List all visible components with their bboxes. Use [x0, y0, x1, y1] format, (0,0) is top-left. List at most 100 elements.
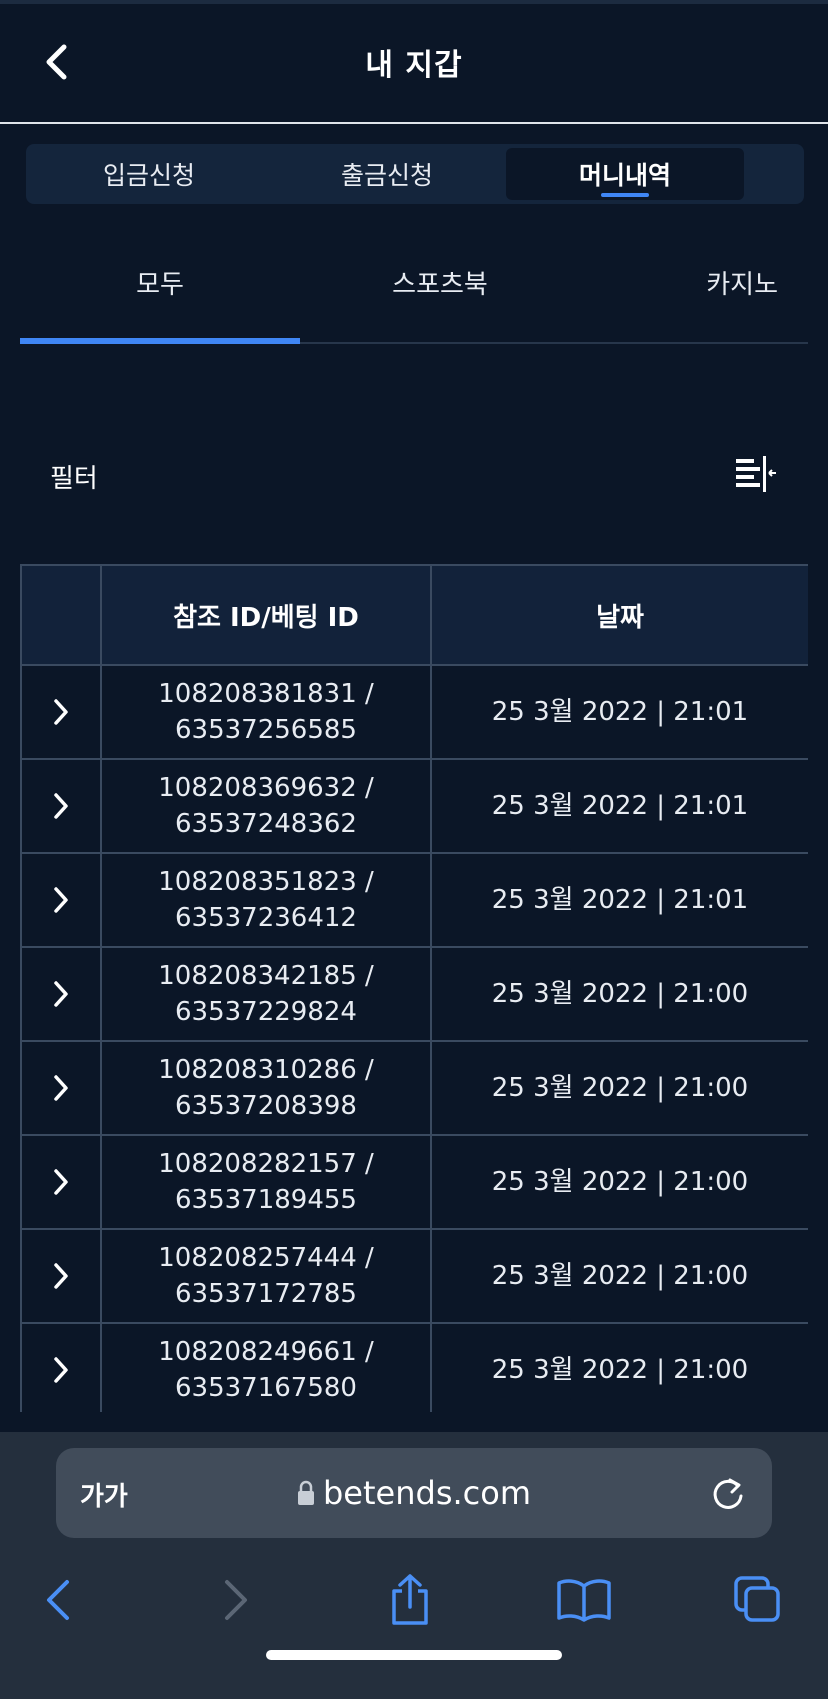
history-table: 참조 ID/베팅 ID 날짜 108208381831 / 63537256585… [20, 564, 808, 1412]
row-expand-cell[interactable] [20, 758, 102, 854]
ref-id: 108208310286 / [158, 1055, 374, 1085]
date-cell: 25 3월 2022 | 21:01 [430, 758, 808, 854]
address-bar[interactable]: 가가 betends.com [56, 1448, 772, 1538]
chevron-right-icon [54, 981, 68, 1007]
tabs-button[interactable] [728, 1570, 788, 1630]
ref-id: 108208381831 / [158, 679, 374, 709]
wallet-tabs: 입금신청 출금신청 머니내역 [26, 144, 804, 204]
row-expand-button[interactable] [22, 1324, 100, 1412]
bet-id: 63537256585 [175, 715, 357, 745]
browser-forward-button[interactable] [206, 1570, 266, 1630]
row-expand-button[interactable] [22, 1230, 100, 1322]
bet-id: 63537167580 [175, 1373, 357, 1403]
browser-nav-row [0, 1560, 828, 1640]
chevron-right-icon [54, 887, 68, 913]
bet-id: 63537248362 [175, 809, 357, 839]
date-cell: 25 3월 2022 | 21:00 [430, 1134, 808, 1230]
browser-back-button[interactable] [28, 1570, 88, 1630]
tab-deposit[interactable]: 입금신청 [30, 148, 268, 200]
chevron-right-icon [54, 793, 68, 819]
table-row[interactable]: 108208342185 / 63537229824 25 3월 2022 | 21… [20, 946, 808, 1042]
subtab-all[interactable]: 모두 [20, 250, 300, 344]
tab-withdraw[interactable]: 출금신청 [268, 148, 506, 200]
row-expand-cell[interactable] [20, 1322, 102, 1412]
date-cell: 25 3월 2022 | 21:00 [430, 1228, 808, 1324]
subtab-casino[interactable]: 카지노 [580, 250, 808, 342]
filter-button[interactable] [730, 450, 782, 498]
row-expand-cell[interactable] [20, 946, 102, 1042]
table-row[interactable]: 108208282157 / 63537189455 25 3월 2022 | 21… [20, 1134, 808, 1230]
bet-id: 63537208398 [175, 1091, 357, 1121]
table-row[interactable]: 108208249661 / 63537167580 25 3월 2022 | 21… [20, 1322, 808, 1412]
status-divider [0, 0, 828, 4]
table-row[interactable]: 108208381831 / 63537256585 25 3월 2022 | 21… [20, 664, 808, 760]
table-row[interactable]: 108208369632 / 63537248362 25 3월 2022 | 21… [20, 758, 808, 854]
date-cell: 25 3월 2022 | 21:01 [430, 852, 808, 948]
column-header-date: 날짜 [430, 564, 808, 666]
tab-money-history[interactable]: 머니내역 [506, 148, 744, 200]
chevron-right-icon [54, 699, 68, 725]
row-expand-button[interactable] [22, 948, 100, 1040]
row-expand-cell[interactable] [20, 664, 102, 760]
date-cell: 25 3월 2022 | 21:00 [430, 1322, 808, 1412]
bet-id: 63537229824 [175, 997, 357, 1027]
table-row[interactable]: 108208351823 / 63537236412 25 3월 2022 | 21… [20, 852, 808, 948]
bet-id: 63537189455 [175, 1185, 357, 1215]
date-cell: 25 3월 2022 | 21:01 [430, 664, 808, 760]
ref-bet-id-cell: 108208310286 / 63537208398 [100, 1040, 432, 1136]
lock-icon [297, 1480, 314, 1505]
ref-id: 108208369632 / [158, 773, 374, 803]
row-expand-cell[interactable] [20, 852, 102, 948]
date-cell: 25 3월 2022 | 21:00 [430, 1040, 808, 1136]
column-header-ref-id: 참조 ID/베팅 ID [100, 564, 432, 666]
share-button[interactable] [380, 1570, 440, 1630]
chevron-right-icon [54, 1263, 68, 1289]
ref-bet-id-cell: 108208351823 / 63537236412 [100, 852, 432, 948]
home-indicator[interactable] [266, 1650, 562, 1660]
column-header-expand [20, 564, 102, 666]
url-display[interactable]: betends.com [56, 1448, 772, 1538]
date-cell: 25 3월 2022 | 21:00 [430, 946, 808, 1042]
ref-bet-id-cell: 108208342185 / 63537229824 [100, 946, 432, 1042]
history-subtabs: 모두 스포츠북 카지노 [20, 250, 808, 344]
page-title: 내 지갑 [365, 48, 463, 83]
tabs-icon [734, 1576, 780, 1622]
table-row[interactable]: 108208310286 / 63537208398 25 3월 2022 | 21… [20, 1040, 808, 1136]
reload-icon [713, 1478, 743, 1509]
url-text: betends.com [322, 1474, 531, 1512]
row-expand-button[interactable] [22, 854, 100, 946]
chevron-right-icon [54, 1357, 68, 1383]
ref-id: 108208282157 / [158, 1149, 374, 1179]
table-row[interactable]: 108208257444 / 63537172785 25 3월 2022 | 21… [20, 1228, 808, 1324]
chevron-right-icon [54, 1075, 68, 1101]
bookmarks-button[interactable] [554, 1570, 614, 1630]
header: 내 지갑 [0, 0, 828, 124]
filter-label: 필터 [50, 464, 98, 494]
share-icon [392, 1574, 428, 1625]
ref-bet-id-cell: 108208249661 / 63537167580 [100, 1322, 432, 1412]
ref-id: 108208249661 / [158, 1337, 374, 1367]
row-expand-button[interactable] [22, 1136, 100, 1228]
wallet-page: 내 지갑 입금신청 출금신청 머니내역 모두 스포츠북 카지노 필터 참조 ID… [0, 0, 828, 1699]
bet-id: 63537172785 [175, 1279, 357, 1309]
row-expand-button[interactable] [22, 666, 100, 758]
row-expand-button[interactable] [22, 760, 100, 852]
bookmarks-icon [557, 1579, 611, 1622]
ref-id: 108208342185 / [158, 961, 374, 991]
row-expand-cell[interactable] [20, 1040, 102, 1136]
ref-bet-id-cell: 108208369632 / 63537248362 [100, 758, 432, 854]
ref-id: 108208257444 / [158, 1243, 374, 1273]
chevron-right-icon [54, 1169, 68, 1195]
filter-collapse-icon [736, 456, 776, 492]
ref-bet-id-cell: 108208257444 / 63537172785 [100, 1228, 432, 1324]
row-expand-cell[interactable] [20, 1228, 102, 1324]
ref-bet-id-cell: 108208381831 / 63537256585 [100, 664, 432, 760]
forward-icon [225, 1580, 247, 1620]
reload-button[interactable] [708, 1474, 748, 1514]
table-header-row: 참조 ID/베팅 ID 날짜 [20, 564, 808, 666]
ref-id: 108208351823 / [158, 867, 374, 897]
subtab-sportsbook[interactable]: 스포츠북 [300, 250, 580, 342]
row-expand-cell[interactable] [20, 1134, 102, 1230]
row-expand-button[interactable] [22, 1042, 100, 1134]
bet-id: 63537236412 [175, 903, 357, 933]
